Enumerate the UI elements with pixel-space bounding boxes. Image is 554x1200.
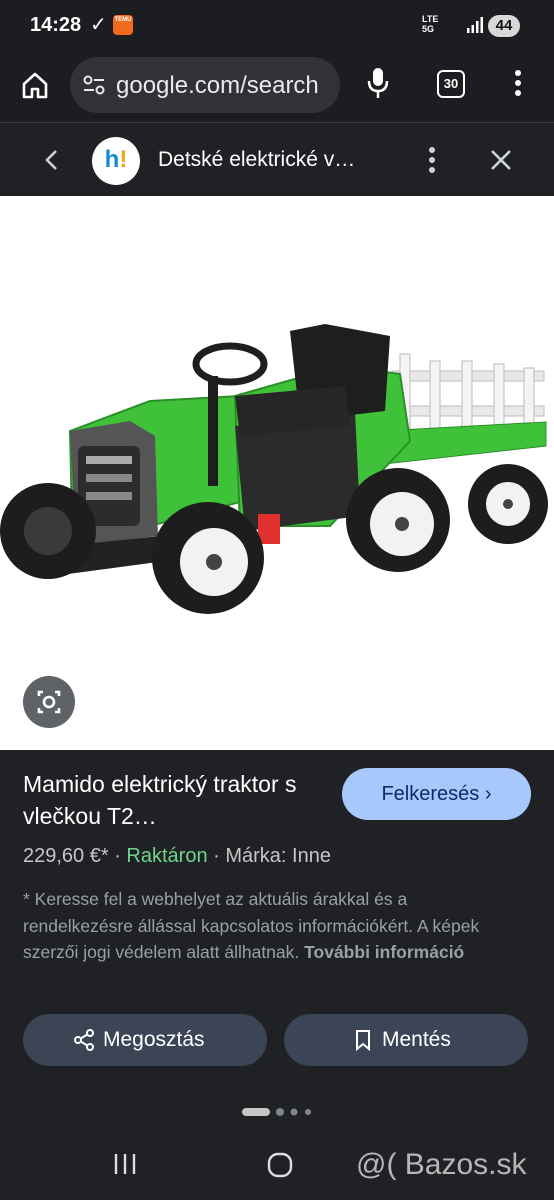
result-sheet-header: h! Detské elektrické v… (0, 122, 554, 197)
price: 229,60 €* (23, 845, 109, 867)
site-favicon: h! (92, 137, 140, 185)
save-button[interactable]: Mentés (284, 1014, 528, 1066)
signal-icon (467, 17, 483, 33)
brand: Márka: Inne (225, 845, 331, 867)
save-label: Mentés (382, 1028, 451, 1051)
stock-status: Raktáron (126, 845, 208, 867)
tractor-image (0, 324, 548, 614)
more-vert-icon[interactable] (424, 145, 440, 175)
home-button-icon[interactable] (266, 1151, 294, 1179)
more-info-link[interactable]: További információ (304, 942, 464, 962)
system-navigation-bar: @( Bazos.sk (0, 1128, 554, 1200)
separator-dot: · (207, 845, 226, 867)
bookmark-icon (356, 1030, 370, 1051)
microphone-icon[interactable] (366, 66, 390, 100)
checkmark-icon: ✓ (90, 14, 107, 36)
address-bar[interactable]: google.com/search (70, 57, 340, 113)
chevron-left-icon[interactable] (40, 145, 64, 175)
google-lens-button[interactable] (23, 676, 75, 728)
network-indicator: LTE 5G (422, 14, 438, 34)
recent-apps-icon[interactable] (112, 1152, 138, 1176)
disclaimer: * Keresse fel a webhelyet az aktuális ár… (23, 886, 518, 966)
share-icon (74, 1029, 94, 1051)
clock: 14:28 (30, 14, 82, 36)
browser-toolbar: google.com/search 30 (0, 52, 554, 122)
watermark: @( Bazos.sk (356, 1148, 527, 1181)
chevron-right-icon: › (484, 783, 492, 805)
lte-label: LTE (422, 14, 439, 24)
product-title[interactable]: Mamido elektrický traktor s vlečkou T2… (23, 768, 323, 832)
site-title[interactable]: Detské elektrické v… (158, 148, 355, 172)
separator-dot: · (108, 845, 127, 867)
battery-indicator: 44 (488, 15, 520, 37)
url-text: google.com/search (116, 72, 319, 99)
find-button[interactable]: Felkeresés › (342, 768, 531, 820)
product-meta: 229,60 €* · Raktáron · Márka: Inne (23, 845, 331, 868)
image-pager-dots (242, 1108, 311, 1116)
lens-icon (37, 690, 61, 714)
share-label: Megosztás (103, 1028, 205, 1051)
temu-app-icon: TEMU (113, 15, 133, 35)
share-button[interactable]: Megosztás (23, 1014, 267, 1066)
site-settings-icon[interactable] (82, 74, 106, 96)
product-image[interactable] (0, 196, 554, 750)
close-icon[interactable] (488, 147, 514, 173)
status-bar: 14:28 ✓ TEMU LTE 5G 44 (0, 0, 554, 52)
network-type: 5G (422, 24, 435, 34)
tab-switcher-button[interactable]: 30 (437, 70, 465, 98)
more-vert-icon[interactable] (510, 68, 526, 98)
home-icon[interactable] (20, 70, 50, 100)
find-button-label: Felkeresés (381, 783, 480, 805)
